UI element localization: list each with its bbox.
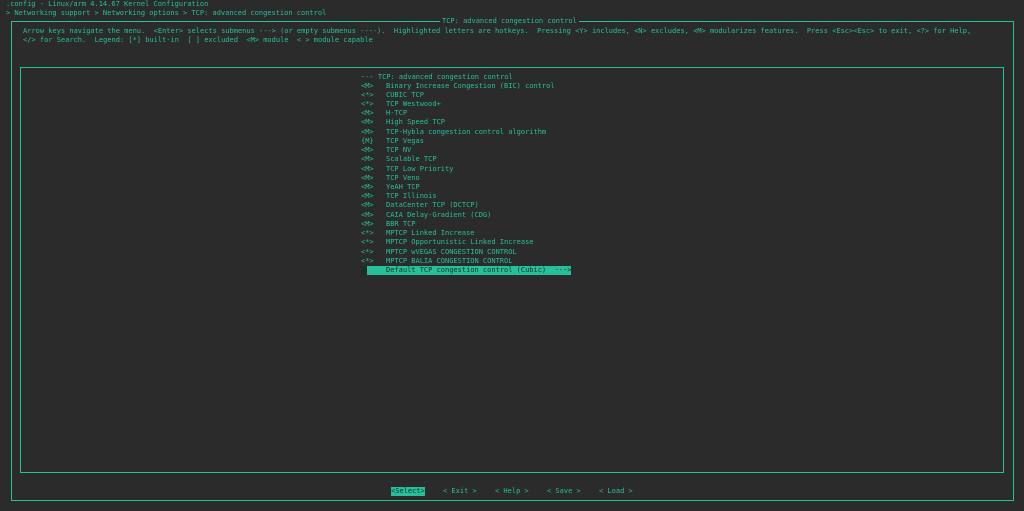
menu-item-state: <M> [361, 211, 374, 219]
menu-item-state: <M> [361, 128, 374, 136]
select-button[interactable]: <Select> [391, 487, 425, 496]
menu-item[interactable]: {M} TCP Vegas [361, 137, 424, 146]
menu-item-state: <*> [361, 248, 374, 256]
menu-item[interactable]: <*> MPTCP BALIA CONGESTION CONTROL [361, 257, 512, 266]
menu-item[interactable]: <*> MPTCP wVEGAS CONGESTION CONTROL [361, 248, 517, 257]
menu-item-label: DataCenter TCP (DCTCP) [386, 201, 479, 209]
save-button[interactable]: < Save > [547, 487, 581, 496]
menu-item[interactable]: <M> DataCenter TCP (DCTCP) [361, 201, 479, 210]
menu-item-label: Binary Increase Congestion (BIC) control [386, 82, 555, 90]
menu-item-state: <M> [361, 201, 374, 209]
menu-item-label: TCP Vegas [386, 137, 424, 145]
menu-item-label: MPTCP BALIA CONGESTION CONTROL [386, 257, 513, 265]
menu-item[interactable]: <M> H-TCP [361, 109, 407, 118]
menu-item-state: <M> [361, 118, 374, 126]
help-button[interactable]: < Help > [495, 487, 529, 496]
menu-item-label: H-TCP [386, 109, 408, 117]
menu-item-state: <M> [361, 220, 374, 228]
help-text-line-1: Arrow keys navigate the menu. <Enter> se… [23, 27, 972, 35]
menu-item[interactable]: <*> CUBIC TCP [361, 91, 424, 100]
help-text-line-2: </> for Search. Legend: [*] built-in [ ]… [23, 36, 373, 44]
menu-item-label: TCP Westwood+ [386, 100, 441, 108]
menu-item[interactable]: <M> CAIA Delay-Gradient (CDG) [361, 211, 491, 220]
menu-item-state: <M> [361, 192, 374, 200]
menu-item[interactable]: <*> MPTCP Opportunistic Linked Increase [361, 238, 534, 247]
menu-item-label: MPTCP Linked Increase [386, 229, 475, 237]
menu-item-state: <*> [361, 229, 374, 237]
menu-item-label: MPTCP wVEGAS CONGESTION CONTROL [386, 248, 517, 256]
menu-item-state: <M> [361, 165, 374, 173]
menu-item-label: MPTCP Opportunistic Linked Increase [386, 238, 534, 246]
cursor-block-icon [361, 266, 367, 275]
menu-item[interactable]: <M> TCP-Hybla congestion control algorith… [361, 128, 546, 137]
menu-item-label: TCP NV [386, 146, 412, 154]
menu-item-state: <M> [361, 109, 374, 117]
menu-item-state: <M> [361, 146, 374, 154]
menu-item-label: BBR TCP [386, 220, 416, 228]
menu-item-state: <*> [361, 238, 374, 246]
menu-item-label: Scalable TCP [386, 155, 437, 163]
menu-item-state: <*> [361, 100, 374, 108]
menu-header: --- TCP: advanced congestion control [361, 73, 513, 81]
menu-item-label: TCP Illinois [386, 192, 437, 200]
menu-item[interactable]: <M> TCP NV [361, 146, 411, 155]
menu-item-state: <M> [361, 82, 374, 90]
menu-item-label: Default TCP congestion control (Cubic) -… [386, 266, 572, 274]
load-button[interactable]: < Load > [599, 487, 633, 496]
menu-item-state: <M> [361, 183, 374, 191]
menu-item[interactable]: <*> TCP Westwood+ [361, 100, 441, 109]
menu-item-label: CAIA Delay-Gradient (CDG) [386, 211, 492, 219]
menu-item[interactable]: <M> TCP Veno [361, 174, 420, 183]
menu-item-state: <M> [361, 174, 374, 182]
menu-item-label: TCP Low Priority [386, 165, 454, 173]
menu-item-selected[interactable]: Default TCP congestion control (Cubic) -… [361, 266, 572, 275]
menu-item[interactable]: <M> BBR TCP [361, 220, 416, 229]
menu-item[interactable]: <M> Binary Increase Congestion (BIC) cont… [361, 82, 555, 91]
menu-item-label: TCP Veno [386, 174, 420, 182]
menu-item-state: <*> [361, 91, 374, 99]
dialog-title: TCP: advanced congestion control [440, 17, 579, 26]
menu-item-state: <M> [361, 155, 374, 163]
menu-item-label: TCP-Hybla congestion control algorithm [386, 128, 547, 136]
menu-item[interactable]: <M> TCP Illinois [361, 192, 437, 201]
menu-item-label: CUBIC TCP [386, 91, 424, 99]
menu-item-state: <*> [361, 257, 374, 265]
breadcrumb: > Networking support > Networking option… [6, 9, 327, 17]
menu-item-label: High Speed TCP [386, 118, 446, 126]
menu-item[interactable]: <M> YeAH TCP [361, 183, 420, 192]
menu-item-state: {M} [361, 137, 374, 145]
menu-item[interactable]: <M> TCP Low Priority [361, 165, 453, 174]
menu-item-label: YeAH TCP [386, 183, 420, 191]
menu-item[interactable]: <M> Scalable TCP [361, 155, 437, 164]
menu-item[interactable]: <*> MPTCP Linked Increase [361, 229, 475, 238]
exit-button[interactable]: < Exit > [443, 487, 477, 496]
selection-cursor [361, 266, 386, 275]
window-title: .config - Linux/arm 4.14.67 Kernel Confi… [6, 0, 209, 8]
menu-item[interactable]: <M> High Speed TCP [361, 118, 445, 127]
